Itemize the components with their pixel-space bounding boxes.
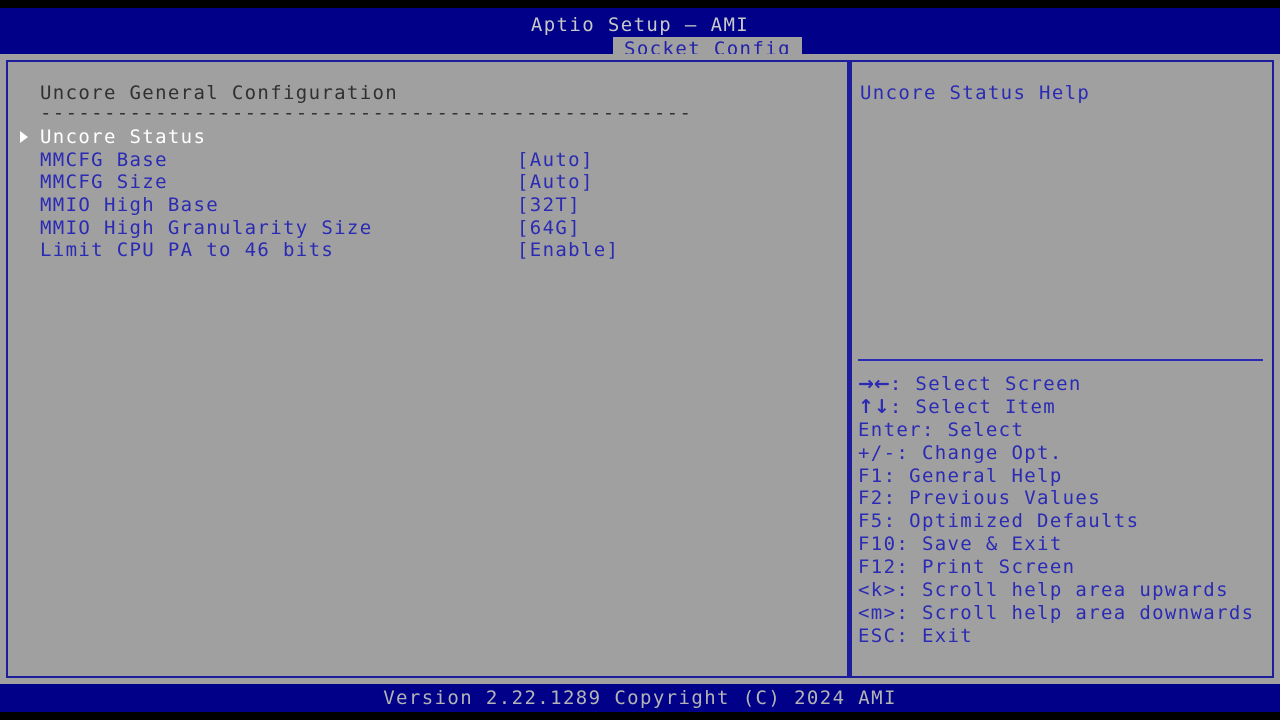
bios-setup-screen: Aptio Setup – AMI Socket Config Uncore G… <box>0 0 1280 720</box>
key-legend-row: F1: General Help <box>858 465 1270 488</box>
key-legend-list: →←: Select Screen↑↓: Select ItemEnter: S… <box>858 373 1270 648</box>
key-legend-row: +/-: Change Opt. <box>858 442 1270 465</box>
key-legend-row: <k>: Scroll help area upwards <box>858 579 1270 602</box>
menu-item-value[interactable]: [Enable] <box>517 239 619 262</box>
settings-menu-list: Uncore StatusMMCFG Base [Auto] MMCFG Size [… <box>8 126 847 262</box>
key-legend-row: ESC: Exit <box>858 625 1270 648</box>
menu-item-label: MMIO High Base <box>40 194 219 217</box>
menu-row[interactable]: Uncore Status <box>8 126 847 149</box>
title-bar: Aptio Setup – AMI Socket Config <box>0 8 1280 54</box>
menu-item-value[interactable]: [32T] <box>517 194 581 217</box>
menu-item-label: Limit CPU PA to 46 bits <box>40 239 334 262</box>
menu-row[interactable]: Limit CPU PA to 46 bits [Enable] <box>8 239 847 262</box>
key-legend-text: F2: Previous Values <box>858 487 1101 509</box>
key-legend-row: <m>: Scroll help area downwards <box>858 602 1270 625</box>
app-title: Aptio Setup – AMI <box>0 14 1280 36</box>
footer-bar: Version 2.22.1289 Copyright (C) 2024 AMI <box>0 684 1280 712</box>
key-legend-text: F1: General Help <box>858 465 1063 487</box>
key-legend-row: F5: Optimized Defaults <box>858 510 1270 533</box>
menu-row[interactable]: MMIO High Granularity Size [64G] <box>8 217 847 240</box>
key-legend-text: : Select Item <box>890 396 1056 418</box>
key-legend-text: <m>: Scroll help area downwards <box>858 602 1254 624</box>
body-area: Uncore General Configuration -----------… <box>0 54 1280 684</box>
key-legend-row: ↑↓: Select Item <box>858 396 1270 419</box>
version-text: Version 2.22.1289 Copyright (C) 2024 AMI <box>0 687 1280 709</box>
key-legend-row: →←: Select Screen <box>858 373 1270 396</box>
key-legend-text: F10: Save & Exit <box>858 533 1063 555</box>
form-title-rule: ----------------------------------------… <box>40 102 690 124</box>
arrow-key-icon: →← <box>858 373 890 395</box>
key-legend-text: F5: Optimized Defaults <box>858 510 1139 532</box>
menu-item-value[interactable]: [Auto] <box>517 171 594 194</box>
menu-row[interactable]: MMCFG Size [Auto] <box>8 171 847 194</box>
key-legend-text: ESC: Exit <box>858 625 973 647</box>
key-legend-text: +/-: Change Opt. <box>858 442 1063 464</box>
menu-row[interactable]: MMCFG Base [Auto] <box>8 149 847 172</box>
menu-item-value[interactable]: [Auto] <box>517 149 594 172</box>
form-title: Uncore General Configuration <box>40 82 398 104</box>
key-legend-row: F12: Print Screen <box>858 556 1270 579</box>
menu-row[interactable]: MMIO High Base [32T] <box>8 194 847 217</box>
key-legend-text: : Select Screen <box>890 373 1082 395</box>
menu-item-label: MMIO High Granularity Size <box>40 217 373 240</box>
key-legend-row: Enter: Select <box>858 419 1270 442</box>
help-panel: Uncore Status Help →←: Select Screen↑↓: … <box>849 60 1274 678</box>
menu-item-label: MMCFG Base <box>40 149 168 172</box>
key-legend-text: Enter: Select <box>858 419 1024 441</box>
key-legend-row: F10: Save & Exit <box>858 533 1270 556</box>
help-title: Uncore Status Help <box>860 82 1090 104</box>
help-divider <box>858 359 1263 361</box>
menu-item-label: MMCFG Size <box>40 171 168 194</box>
menu-item-value[interactable]: [64G] <box>517 217 581 240</box>
bottom-bezel <box>0 712 1280 720</box>
key-legend-row: F2: Previous Values <box>858 487 1270 510</box>
arrow-key-icon: ↑↓ <box>858 396 890 418</box>
key-legend-text: <k>: Scroll help area upwards <box>858 579 1229 601</box>
submenu-arrow-icon <box>20 131 28 143</box>
menu-item-label: Uncore Status <box>40 126 206 149</box>
key-legend-text: F12: Print Screen <box>858 556 1075 578</box>
settings-panel: Uncore General Configuration -----------… <box>6 60 849 678</box>
